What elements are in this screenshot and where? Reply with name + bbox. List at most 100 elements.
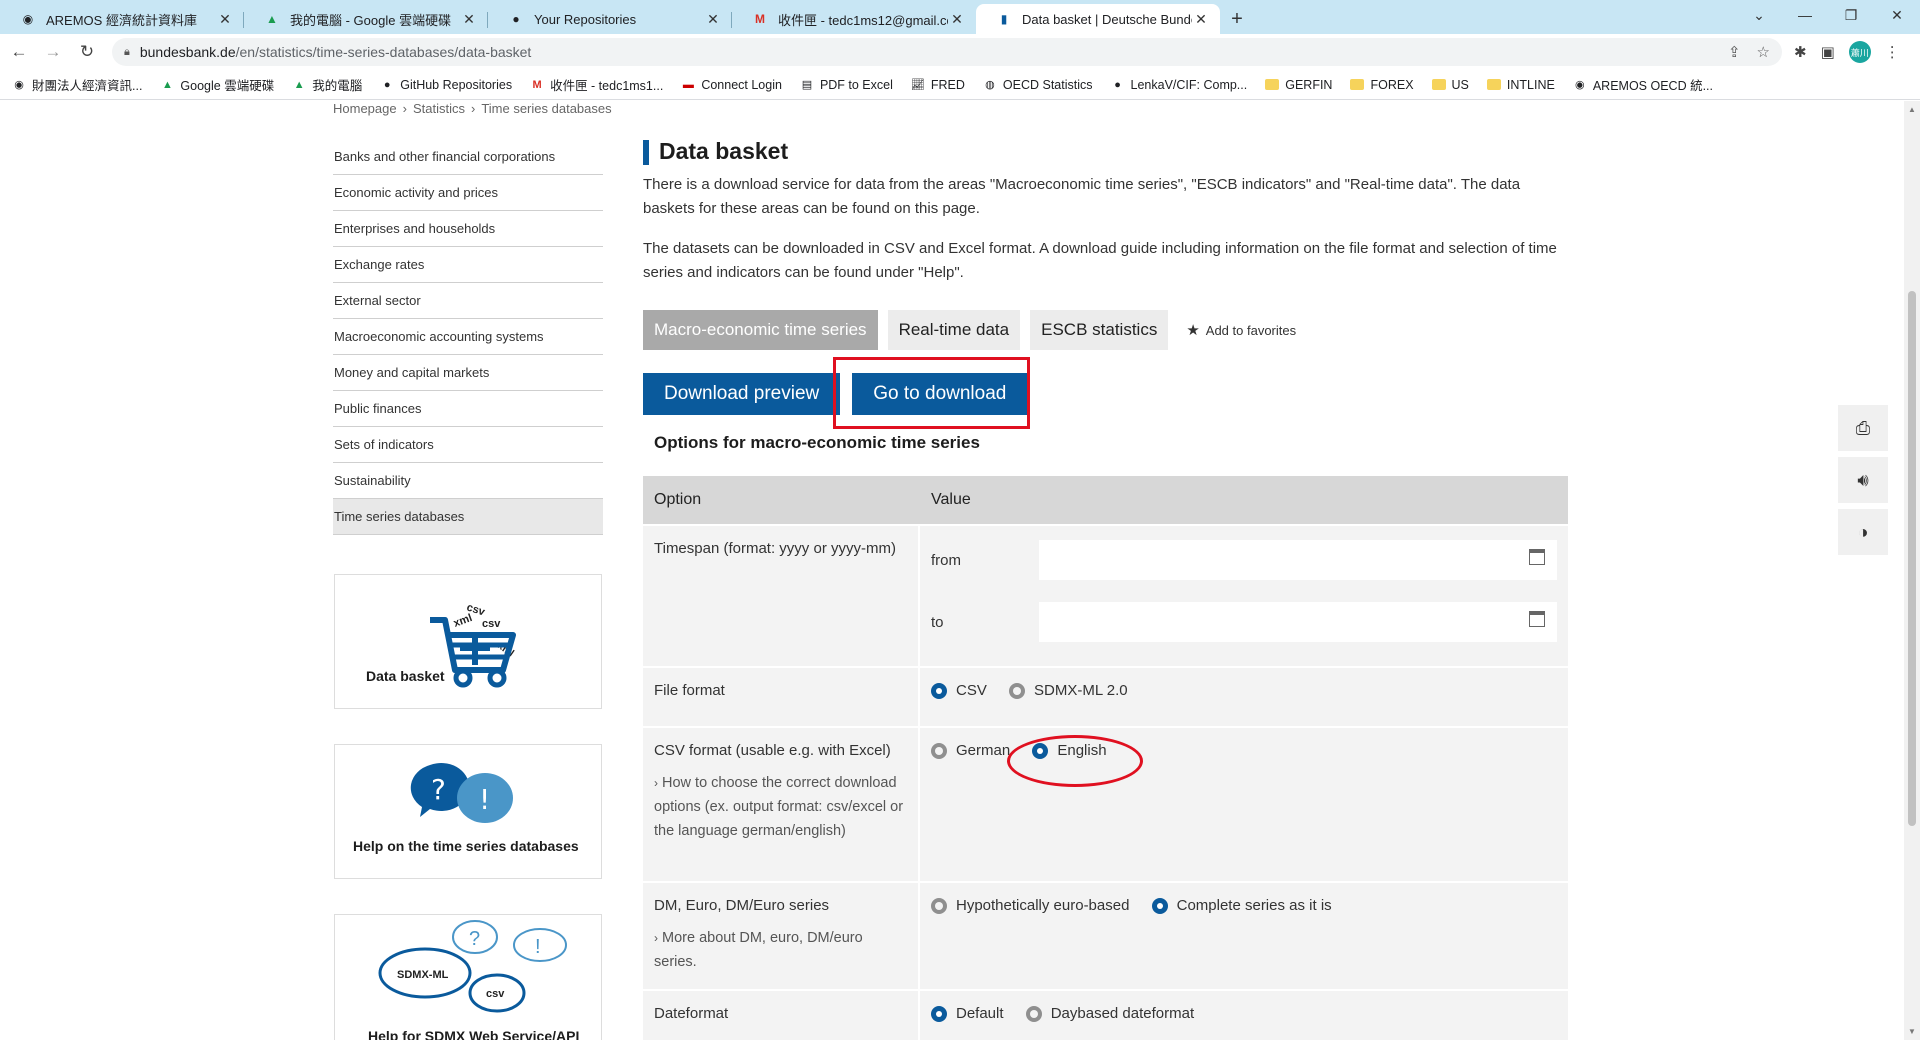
radio-sdmx-ml[interactable]: SDMX-ML 2.0 xyxy=(1009,682,1128,699)
bookmark-item[interactable]: ◉ 財團法人經濟資訊... xyxy=(12,75,142,94)
window-close-icon[interactable]: ✕ xyxy=(1874,0,1920,30)
date-to-input[interactable] xyxy=(1039,602,1557,642)
radio-daybased-dateformat[interactable]: Daybased dateformat xyxy=(1025,1005,1194,1022)
bookmark-item[interactable]: INTLINE xyxy=(1486,78,1555,92)
forward-icon[interactable]: → xyxy=(38,42,68,62)
bookmark-item[interactable]: M 收件匣 - tedc1ms1... xyxy=(530,75,663,94)
radio-selected-icon xyxy=(1151,897,1168,914)
sidenav-item[interactable]: Sustainability xyxy=(333,463,603,499)
scroll-up-icon[interactable]: ▲ xyxy=(1908,105,1916,114)
calendar-icon[interactable] xyxy=(1529,549,1545,565)
bookmark-item[interactable]: ● LenkaV/CIF: Comp... xyxy=(1111,78,1247,92)
browser-tab-gmail[interactable]: M 收件匣 - tedc1ms12@gmail.com ✕ xyxy=(732,4,976,34)
browser-tab-drive[interactable]: ▲ 我的電腦 - Google 雲端硬碟 ✕ xyxy=(244,4,488,34)
close-icon[interactable]: ✕ xyxy=(1192,11,1210,28)
close-icon[interactable]: ✕ xyxy=(216,11,234,28)
download-preview-button[interactable]: Download preview xyxy=(643,373,841,415)
csv-help-link[interactable]: › How to choose the correct download opti… xyxy=(654,771,907,843)
bookmark-item[interactable]: GERFIN xyxy=(1265,78,1332,92)
browser-tab-bundesbank[interactable]: ▮ Data basket | Deutsche Bundesbank ✕ xyxy=(976,4,1220,34)
aremos-icon: ◉ xyxy=(1575,79,1585,91)
bookmark-item[interactable]: ▬ Connect Login xyxy=(681,78,782,92)
bookmark-item[interactable]: ▤ PDF to Excel xyxy=(800,78,893,92)
browser-tab-aremos[interactable]: ◉ AREMOS 經濟統計資料庫 ✕ xyxy=(0,4,244,34)
breadcrumb-statistics[interactable]: Statistics xyxy=(413,101,465,116)
tile-data-basket[interactable]: csv xml csv xml Data basket xyxy=(334,574,602,709)
dm-euro-help-link[interactable]: › More about DM, euro, DM/euro series. xyxy=(654,926,907,974)
new-tab-button[interactable]: + xyxy=(1220,4,1254,34)
tile-help-sdmx[interactable]: ? ! SDMX-ML csv Help for SDMX Web Servic… xyxy=(334,914,602,1040)
bookmark-item[interactable]: ● GitHub Repositories xyxy=(380,78,512,92)
radio-csv[interactable]: CSV xyxy=(931,682,987,699)
bookmark-item[interactable]: ▲ 我的電腦 xyxy=(292,75,362,94)
table-row-file-format: File format CSV SDMX-ML 2.0 xyxy=(643,666,1568,726)
avatar[interactable]: 蕭川 xyxy=(1848,41,1871,63)
bookmark-label: 收件匣 - tedc1ms1... xyxy=(550,79,664,93)
sidenav-item[interactable]: Exchange rates xyxy=(333,247,603,283)
page-scrollbar[interactable]: ▲ ▼ xyxy=(1904,101,1920,1040)
tab-escb-statistics[interactable]: ESCB statistics xyxy=(1030,310,1169,350)
tab-real-time-data[interactable]: Real-time data xyxy=(887,310,1021,350)
calendar-icon[interactable] xyxy=(1529,611,1545,627)
contrast-icon[interactable]: ◑ xyxy=(1838,509,1888,555)
option-label: CSV format (usable e.g. with Excel) xyxy=(654,742,891,759)
close-icon[interactable]: ✕ xyxy=(460,11,478,28)
url-input[interactable]: 🔒︎ bundesbank.de/en/statistics/time-seri… xyxy=(112,38,1782,66)
option-label: DM, Euro, DM/Euro series xyxy=(654,897,830,914)
radio-default-dateformat[interactable]: Default xyxy=(931,1005,1004,1022)
bookmark-item[interactable]: ▲ Google 雲端硬碟 xyxy=(160,75,274,94)
breadcrumb-time-series[interactable]: Time series databases xyxy=(481,101,611,116)
restore-icon[interactable]: ❐ xyxy=(1828,0,1874,30)
oecd-icon: ◍ xyxy=(985,79,995,91)
sidenav-item[interactable]: Sets of indicators xyxy=(333,427,603,463)
back-icon[interactable]: ← xyxy=(4,42,34,62)
bookmark-label: AREMOS OECD 統... xyxy=(1592,79,1713,93)
bookmark-item[interactable]: US xyxy=(1431,78,1469,92)
chevron-right-icon: › xyxy=(470,101,476,116)
share-icon[interactable]: ⇪ xyxy=(1728,43,1741,61)
browser-tab-github[interactable]: ● Your Repositories ✕ xyxy=(488,4,732,34)
sidenav-item[interactable]: Money and capital markets xyxy=(333,355,603,391)
radio-complete-series[interactable]: Complete series as it is xyxy=(1151,897,1332,914)
bookmark-item[interactable]: ◍ OECD Statistics xyxy=(983,78,1092,92)
scrollbar-thumb[interactable] xyxy=(1908,291,1916,826)
sidenav-item[interactable]: Macroeconomic accounting systems xyxy=(333,319,603,355)
from-label: from xyxy=(931,551,961,569)
close-icon[interactable]: ✕ xyxy=(948,11,966,28)
sidenav-item[interactable]: External sector xyxy=(333,283,603,319)
tile-help-databases[interactable]: ? ! Help on the time series databases xyxy=(334,744,602,879)
folder-icon xyxy=(1486,78,1501,92)
date-from-input[interactable] xyxy=(1039,540,1557,580)
breadcrumb-homepage[interactable]: Homepage xyxy=(333,101,397,116)
tab-macro-economic[interactable]: Macro-economic time series xyxy=(643,310,878,350)
breadcrumb: Homepage › Statistics › Time series database… xyxy=(333,101,612,116)
close-icon[interactable]: ✕ xyxy=(704,11,722,28)
add-to-favorites-link[interactable]: ★ Add to favorites xyxy=(1186,321,1296,339)
side-panel-icon[interactable]: ▣ xyxy=(1821,43,1835,61)
sidenav-item[interactable]: Time series databases xyxy=(333,499,603,535)
scroll-down-icon[interactable]: ▼ xyxy=(1908,1027,1916,1036)
sidenav-item[interactable]: Enterprises and households xyxy=(333,211,603,247)
speaker-icon[interactable]: 🔊︎ xyxy=(1838,457,1888,503)
logo-text-csv-2: csv xyxy=(482,618,501,630)
sidenav-item[interactable]: Public finances xyxy=(333,391,603,427)
radio-german[interactable]: German xyxy=(931,742,1010,759)
minimize-icon[interactable]: — xyxy=(1782,0,1828,30)
tab-search-icon[interactable]: ⌄ xyxy=(1736,0,1782,30)
reload-icon[interactable]: ↻ xyxy=(72,42,102,62)
chart-icon: 📈︎ xyxy=(910,79,925,91)
bookmark-item[interactable]: FOREX xyxy=(1350,77,1414,92)
bookmark-item[interactable]: 📈︎ FRED xyxy=(911,78,965,92)
radio-hypothetical-euro[interactable]: Hypothetically euro-based xyxy=(931,897,1129,914)
menu-icon[interactable]: ⋮ xyxy=(1885,43,1900,61)
sidenav-item[interactable]: Banks and other financial corporations xyxy=(333,139,603,175)
bookmark-label: FOREX xyxy=(1370,77,1414,92)
sidenav-item[interactable]: Economic activity and prices xyxy=(333,175,603,211)
data-basket-logo: csv xml csv xml xyxy=(430,601,516,688)
bookmark-item[interactable]: ◉ AREMOS OECD 統... xyxy=(1573,75,1713,94)
github-icon: ● xyxy=(512,12,520,26)
extensions-icon[interactable]: ✱ xyxy=(1794,43,1807,61)
side-toolbar: ⎙ 🔊︎ ◑ xyxy=(1838,405,1888,561)
bookmark-star-icon[interactable]: ☆ xyxy=(1757,43,1770,61)
print-icon[interactable]: ⎙ xyxy=(1838,405,1888,451)
